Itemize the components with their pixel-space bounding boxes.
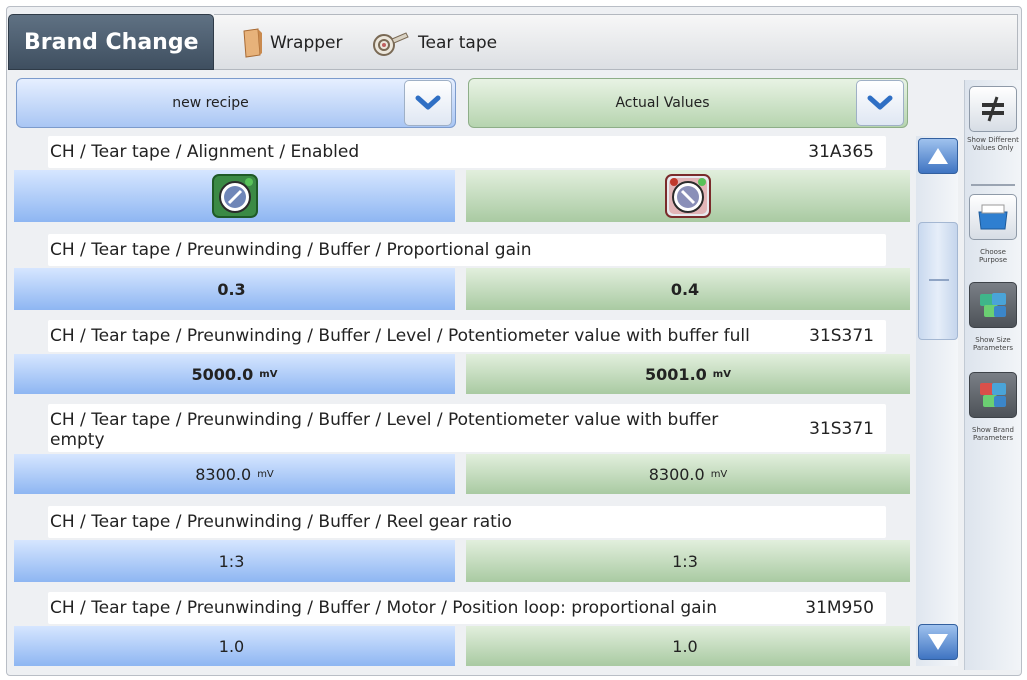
actual-value: 0.4 xyxy=(670,279,700,299)
tab-tear-tape[interactable]: Tear tape xyxy=(372,15,497,71)
new-recipe-value: 5000.0 xyxy=(191,364,254,384)
new-recipe-label: new recipe xyxy=(172,95,249,111)
actual-value: 1:3 xyxy=(672,551,698,571)
tear-tape-icon xyxy=(373,32,409,56)
unit-label: mV xyxy=(712,368,731,380)
new-recipe-value-cell[interactable]: 5000.0 mV xyxy=(14,354,455,394)
scrollbar-thumb[interactable] xyxy=(918,222,958,340)
toggle-disabled-icon xyxy=(665,174,711,218)
new-recipe-value-cell[interactable]: 8300.0 mV xyxy=(14,454,455,494)
scroll-up-button[interactable] xyxy=(918,138,958,174)
not-equal-icon xyxy=(982,96,1004,122)
side-panel: Show Different Values Only Choose Purpos… xyxy=(964,80,1021,670)
parameter-title-bar: CH / Tear tape / Alignment / Enabled 31A… xyxy=(48,136,886,168)
show-size-parameters-label: Show Size Parameters xyxy=(972,336,1014,352)
parameter-title: CH / Tear tape / Preunwinding / Buffer /… xyxy=(50,326,750,346)
new-recipe-value: 0.3 xyxy=(217,279,246,299)
show-brand-parameters-button[interactable] xyxy=(969,372,1017,418)
new-recipe-value: 1.0 xyxy=(218,636,245,656)
brand-parameters-icon xyxy=(980,383,1006,407)
toggle-enabled-icon[interactable] xyxy=(211,173,259,219)
actual-values-dropdown-button[interactable] xyxy=(856,80,904,126)
unit-label: mV xyxy=(257,468,274,480)
tab-strip: Wrapper Tear tape xyxy=(214,14,1018,70)
parameter-title: CH / Tear tape / Preunwinding / Buffer /… xyxy=(50,410,719,450)
parameter-code: 31S371 xyxy=(809,419,874,439)
show-different-values-button[interactable] xyxy=(969,86,1017,132)
new-recipe-dropdown[interactable]: new recipe xyxy=(16,78,456,128)
new-recipe-value: 8300.0 xyxy=(195,464,252,484)
actual-values-dropdown[interactable]: Actual Values xyxy=(468,78,908,128)
parameter-title: CH / Tear tape / Alignment / Enabled xyxy=(50,142,360,162)
tab-brand-change[interactable]: Brand Change xyxy=(8,14,214,70)
parameter-title-bar: CH / Tear tape / Preunwinding / Buffer /… xyxy=(48,404,886,452)
actual-value: 5001.0 xyxy=(645,364,707,384)
header-bar: Brand Change Wrapper Tear tape xyxy=(8,14,1018,72)
chevron-down-icon xyxy=(415,95,441,110)
parameter-code: 31A365 xyxy=(808,142,874,162)
show-different-values-label: Show Different Values Only xyxy=(967,136,1019,152)
size-parameters-icon xyxy=(980,293,1006,317)
actual-value-cell: 0.4 xyxy=(466,268,910,310)
scrollbar-grip xyxy=(929,279,949,281)
actual-value-cell: 1:3 xyxy=(466,540,910,582)
parameter-title-bar: CH / Tear tape / Preunwinding / Buffer /… xyxy=(48,320,886,352)
parameter-title: CH / Tear tape / Preunwinding / Buffer /… xyxy=(50,512,512,532)
scrollbar-track[interactable] xyxy=(916,136,958,666)
wrapper-icon xyxy=(243,28,262,58)
page-title: Brand Change xyxy=(24,30,199,55)
new-recipe-value-cell[interactable] xyxy=(14,170,455,222)
show-brand-parameters-label: Show Brand Parameters xyxy=(972,426,1014,442)
parameter-title: CH / Tear tape / Preunwinding / Buffer /… xyxy=(50,240,532,260)
new-recipe-value-cell[interactable]: 1:3 xyxy=(14,540,455,582)
actual-value-cell xyxy=(466,170,910,222)
chevron-down-icon xyxy=(867,95,893,110)
unit-label: mV xyxy=(710,468,728,480)
new-recipe-value-cell[interactable]: 1.0 xyxy=(14,626,455,666)
actual-value: 1.0 xyxy=(672,636,698,656)
parameter-code: 31S371 xyxy=(809,326,874,346)
tab-tear-tape-label: Tear tape xyxy=(418,33,498,53)
new-recipe-value: 1:3 xyxy=(218,551,245,571)
actual-value-cell: 5001.0 mV xyxy=(466,354,910,394)
parameter-code: 31M950 xyxy=(805,598,874,618)
tab-wrapper[interactable]: Wrapper xyxy=(240,15,342,71)
actual-value: 8300.0 xyxy=(648,464,705,484)
actual-value-cell: 1.0 xyxy=(466,626,910,666)
purpose-box-icon xyxy=(978,204,1008,230)
parameter-title-bar: CH / Tear tape / Preunwinding / Buffer /… xyxy=(48,506,886,538)
arrow-up-icon xyxy=(928,148,948,164)
unit-label: mV xyxy=(259,368,278,380)
new-recipe-value-cell[interactable]: 0.3 xyxy=(14,268,455,310)
actual-value-cell: 8300.0 mV xyxy=(466,454,910,494)
actual-values-label: Actual Values xyxy=(615,95,710,111)
arrow-down-icon xyxy=(928,634,948,650)
parameter-title: CH / Tear tape / Preunwinding / Buffer /… xyxy=(50,598,718,618)
show-size-parameters-button[interactable] xyxy=(969,282,1017,328)
parameter-title-bar: CH / Tear tape / Preunwinding / Buffer /… xyxy=(48,592,886,624)
choose-purpose-button[interactable] xyxy=(969,194,1017,240)
new-recipe-dropdown-button[interactable] xyxy=(404,80,452,126)
scroll-down-button[interactable] xyxy=(918,624,958,660)
side-divider xyxy=(971,184,1015,186)
choose-purpose-label: Choose Purpose xyxy=(978,248,1008,264)
parameter-title-bar: CH / Tear tape / Preunwinding / Buffer /… xyxy=(48,234,886,266)
tab-wrapper-label: Wrapper xyxy=(270,33,343,53)
